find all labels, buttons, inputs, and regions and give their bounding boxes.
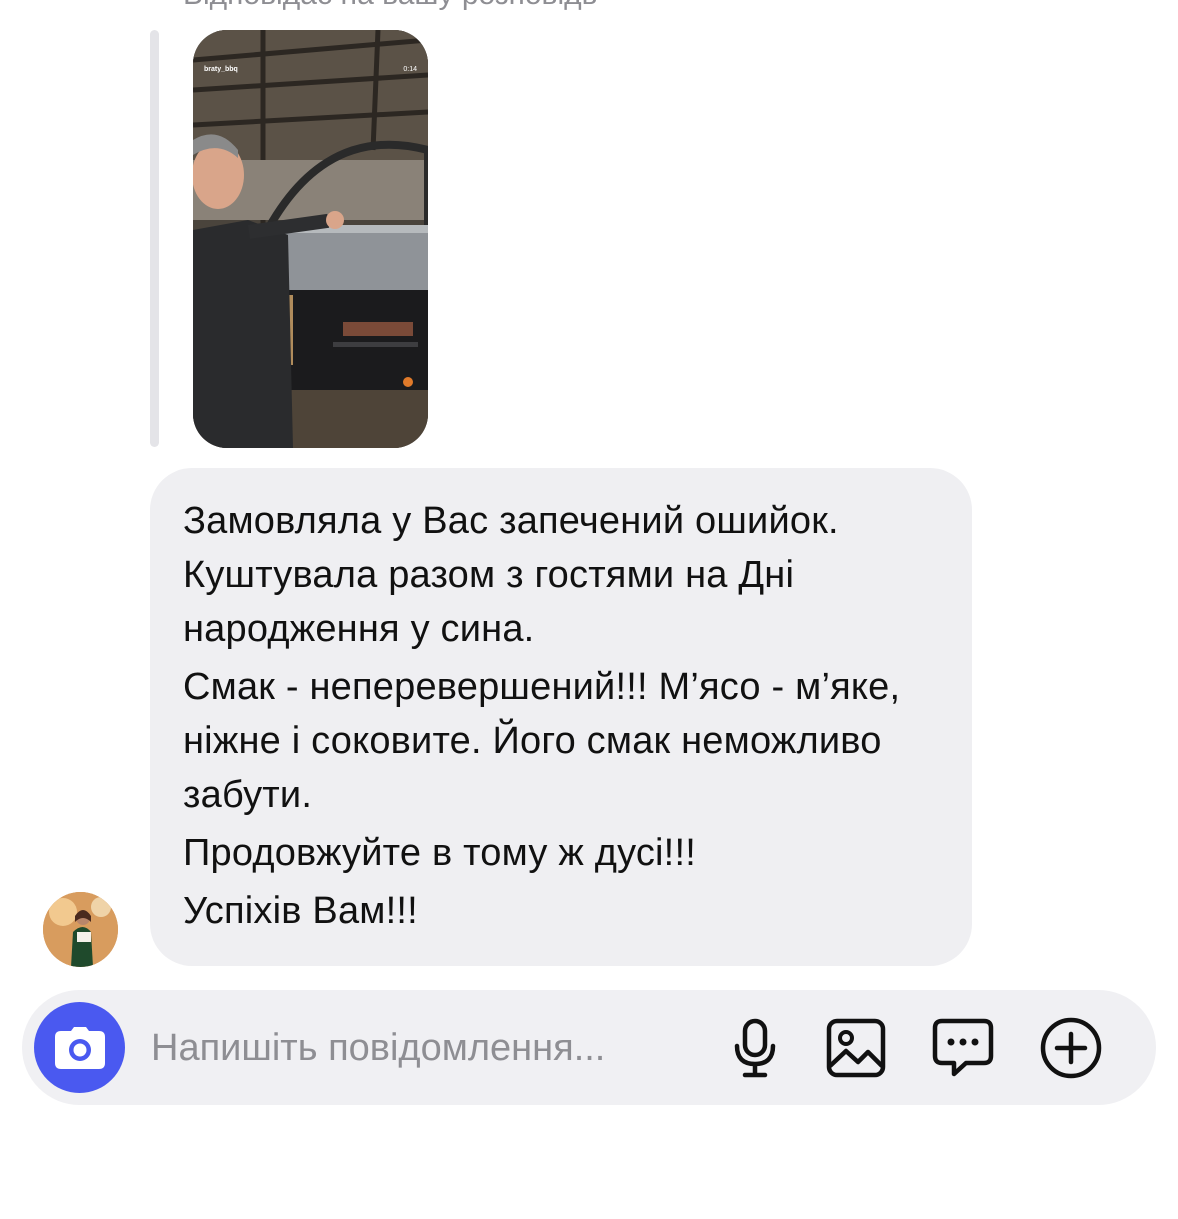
reply-header: Відповідає на вашу розповідь xyxy=(183,0,597,12)
more-options-button[interactable] xyxy=(1040,1017,1102,1079)
camera-button[interactable] xyxy=(34,1002,125,1093)
story-duration: 0:14 xyxy=(403,66,417,73)
voice-message-button[interactable] xyxy=(724,1017,786,1079)
sticker-icon xyxy=(932,1018,994,1077)
message-bubble: Замовляла у Вас запечений ошийок. Куштув… xyxy=(150,468,972,966)
plus-icon xyxy=(1040,1017,1102,1079)
message-paragraph: Продовжуйте в тому ж дусі!!! xyxy=(183,832,696,874)
gallery-button[interactable] xyxy=(825,1017,887,1079)
message-paragraph: Замовляла у Вас запечений ошийок. Куштув… xyxy=(183,500,839,650)
camera-icon xyxy=(54,1026,105,1069)
sender-avatar[interactable] xyxy=(43,892,118,967)
message-paragraph: Смак - неперевершений!!! М’ясо - м’яке, … xyxy=(183,666,901,816)
message-paragraph: Успіхів Вам!!! xyxy=(183,890,418,932)
reply-indicator-bar xyxy=(150,30,159,447)
gallery-icon xyxy=(826,1018,886,1078)
story-thumbnail-image xyxy=(193,30,428,448)
story-username: braty_bbq xyxy=(204,66,238,73)
message-input[interactable] xyxy=(151,1022,711,1074)
avatar-image xyxy=(43,892,118,967)
microphone-icon xyxy=(734,1018,776,1078)
message-composer xyxy=(22,990,1156,1105)
story-preview[interactable]: braty_bbq 0:14 xyxy=(193,30,428,448)
sticker-button[interactable] xyxy=(932,1017,994,1079)
